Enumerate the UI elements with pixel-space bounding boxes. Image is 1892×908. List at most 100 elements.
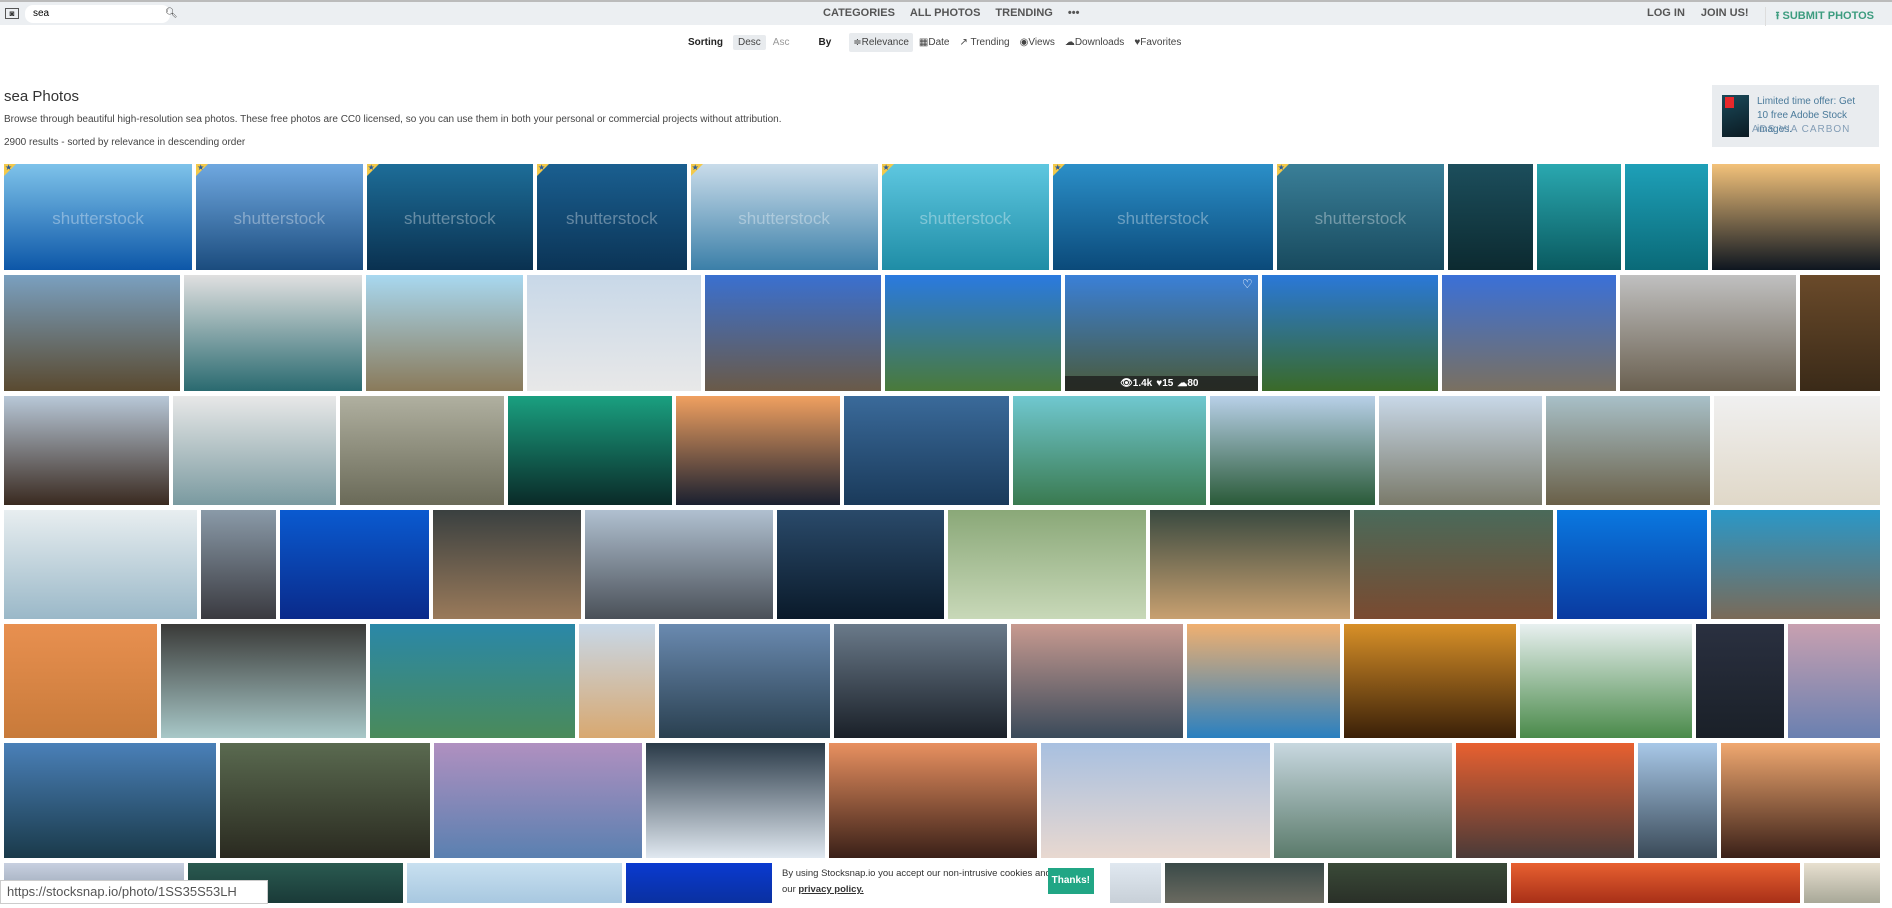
photo-tile[interactable] <box>885 275 1061 391</box>
photo-tile[interactable]: shutterstock <box>690 164 878 270</box>
sort-desc[interactable]: Desc <box>733 35 766 50</box>
photo-tile[interactable] <box>844 396 1010 505</box>
photo-tile[interactable]: shutterstock <box>881 164 1050 270</box>
photo-tile[interactable] <box>625 863 788 903</box>
sort-by-downloads[interactable]: ☁Downloads <box>1061 33 1128 52</box>
photo-tile[interactable] <box>4 396 169 505</box>
photo-row <box>4 743 1880 858</box>
photo-tile[interactable] <box>1625 164 1709 270</box>
photo-tile[interactable]: shutterstock <box>537 164 687 270</box>
photo-tile[interactable] <box>369 624 575 738</box>
photo-tile[interactable] <box>1620 275 1796 391</box>
photo-tile[interactable] <box>1378 396 1543 505</box>
sort-asc[interactable]: Asc <box>768 35 795 50</box>
photo-tile[interactable] <box>1520 624 1693 738</box>
sort-by-views[interactable]: ◉Views <box>1016 33 1059 52</box>
photo-tile[interactable] <box>366 275 523 391</box>
photo-tile[interactable] <box>1511 863 1801 903</box>
photo-tile[interactable] <box>1165 863 1325 903</box>
join-link[interactable]: JOIN US! <box>1701 7 1749 26</box>
photo-tile[interactable] <box>172 396 337 505</box>
sort-option-label: Relevance <box>861 37 909 48</box>
photo-tile[interactable] <box>1713 396 1880 505</box>
photo-tile[interactable] <box>1343 624 1517 738</box>
cookie-accept-button[interactable]: Thanks! <box>1047 868 1094 894</box>
photo-tile[interactable] <box>4 743 217 858</box>
photo-tile[interactable]: shutterstock <box>4 164 193 270</box>
photo-tile[interactable] <box>508 396 672 505</box>
photo-tile[interactable] <box>1787 624 1880 738</box>
photo-tile[interactable] <box>340 396 505 505</box>
photo-tile[interactable] <box>1721 743 1880 858</box>
photo-tile[interactable] <box>1040 743 1271 858</box>
photo-tile[interactable]: shutterstock <box>196 164 363 270</box>
photo-tile[interactable] <box>1010 624 1183 738</box>
photo-row: ♡ 👁︎1.4k ♥15 ☁80 <box>4 275 1880 391</box>
logo-icon[interactable]: ◙ <box>5 8 19 19</box>
photo-tile[interactable]: shutterstock <box>1276 164 1445 270</box>
photo-tile[interactable] <box>659 624 831 738</box>
sort-by-date[interactable]: ▦Date <box>915 33 954 52</box>
search-icon[interactable]: 🔍︎ <box>165 8 178 19</box>
photo-tile[interactable] <box>1557 510 1708 619</box>
photo-tile[interactable] <box>1696 624 1784 738</box>
photo-tile[interactable] <box>526 275 702 391</box>
photo-tile[interactable] <box>1546 396 1710 505</box>
login-link[interactable]: LOG IN <box>1647 7 1685 26</box>
ad-image[interactable] <box>1722 95 1749 137</box>
photo-tile[interactable] <box>433 510 582 619</box>
photo-tile[interactable] <box>705 275 882 391</box>
carbon-ad[interactable]: Limited time offer: Get 10 free Adobe St… <box>1712 85 1879 147</box>
photo-tile[interactable] <box>1804 863 1880 903</box>
privacy-policy-link[interactable]: privacy policy. <box>798 884 863 895</box>
photo-tile[interactable] <box>834 624 1007 738</box>
photo-tile[interactable] <box>280 510 430 619</box>
photo-tile[interactable]: ♡ 👁︎1.4k ♥15 ☁80 <box>1064 275 1258 391</box>
search-input[interactable] <box>33 8 165 19</box>
photo-tile[interactable] <box>407 863 622 903</box>
photo-tile[interactable]: shutterstock <box>366 164 534 270</box>
ad-via[interactable]: ADS VIA CARBON <box>1752 123 1850 137</box>
photo-tile[interactable] <box>4 275 180 391</box>
photo-tile[interactable] <box>160 624 366 738</box>
favorite-heart-icon[interactable]: ♡ <box>1242 277 1253 291</box>
photo-tile[interactable] <box>1448 164 1533 270</box>
photo-tile[interactable] <box>1711 510 1880 619</box>
nav-trending[interactable]: TRENDING <box>995 7 1052 19</box>
photo-tile[interactable] <box>1354 510 1554 619</box>
photo-tile[interactable] <box>828 743 1037 858</box>
nav-categories[interactable]: CATEGORIES <box>823 7 895 19</box>
photo-tile[interactable] <box>1638 743 1718 858</box>
nav-all-photos[interactable]: ALL PHOTOS <box>910 7 981 19</box>
photo-tile[interactable] <box>1274 743 1453 858</box>
photo-tile[interactable] <box>646 743 825 858</box>
photo-tile[interactable] <box>1536 164 1622 270</box>
sort-by-trending[interactable]: ↗ Trending <box>956 33 1014 52</box>
photo-tile[interactable] <box>1150 510 1351 619</box>
photo-tile[interactable] <box>948 510 1147 619</box>
photo-tile[interactable] <box>220 743 430 858</box>
photo-tile[interactable] <box>4 624 157 738</box>
sort-by-favorites[interactable]: ♥Favorites <box>1130 33 1185 52</box>
photo-tile[interactable] <box>433 743 643 858</box>
photo-tile[interactable] <box>675 396 841 505</box>
photo-tile[interactable] <box>1441 275 1617 391</box>
photo-tile[interactable] <box>1328 863 1508 903</box>
photo-tile[interactable] <box>777 510 945 619</box>
photo-tile[interactable] <box>1187 624 1340 738</box>
photo-tile[interactable] <box>1712 164 1880 270</box>
photo-tile[interactable] <box>4 510 197 619</box>
photo-tile[interactable] <box>1013 396 1206 505</box>
photo-tile[interactable] <box>578 624 656 738</box>
photo-tile[interactable] <box>200 510 276 619</box>
photo-tile[interactable] <box>1209 396 1375 505</box>
photo-tile[interactable] <box>1799 275 1880 391</box>
photo-tile[interactable] <box>585 510 774 619</box>
photo-tile[interactable] <box>1261 275 1438 391</box>
photo-tile[interactable] <box>183 275 363 391</box>
sort-by-relevance[interactable]: ≑Relevance <box>849 33 913 52</box>
photo-tile[interactable]: shutterstock <box>1053 164 1273 270</box>
photo-tile[interactable] <box>1456 743 1635 858</box>
submit-photos-button[interactable]: ⭱ SUBMIT PHOTOS <box>1764 7 1874 26</box>
nav-more[interactable]: ••• <box>1068 7 1080 19</box>
